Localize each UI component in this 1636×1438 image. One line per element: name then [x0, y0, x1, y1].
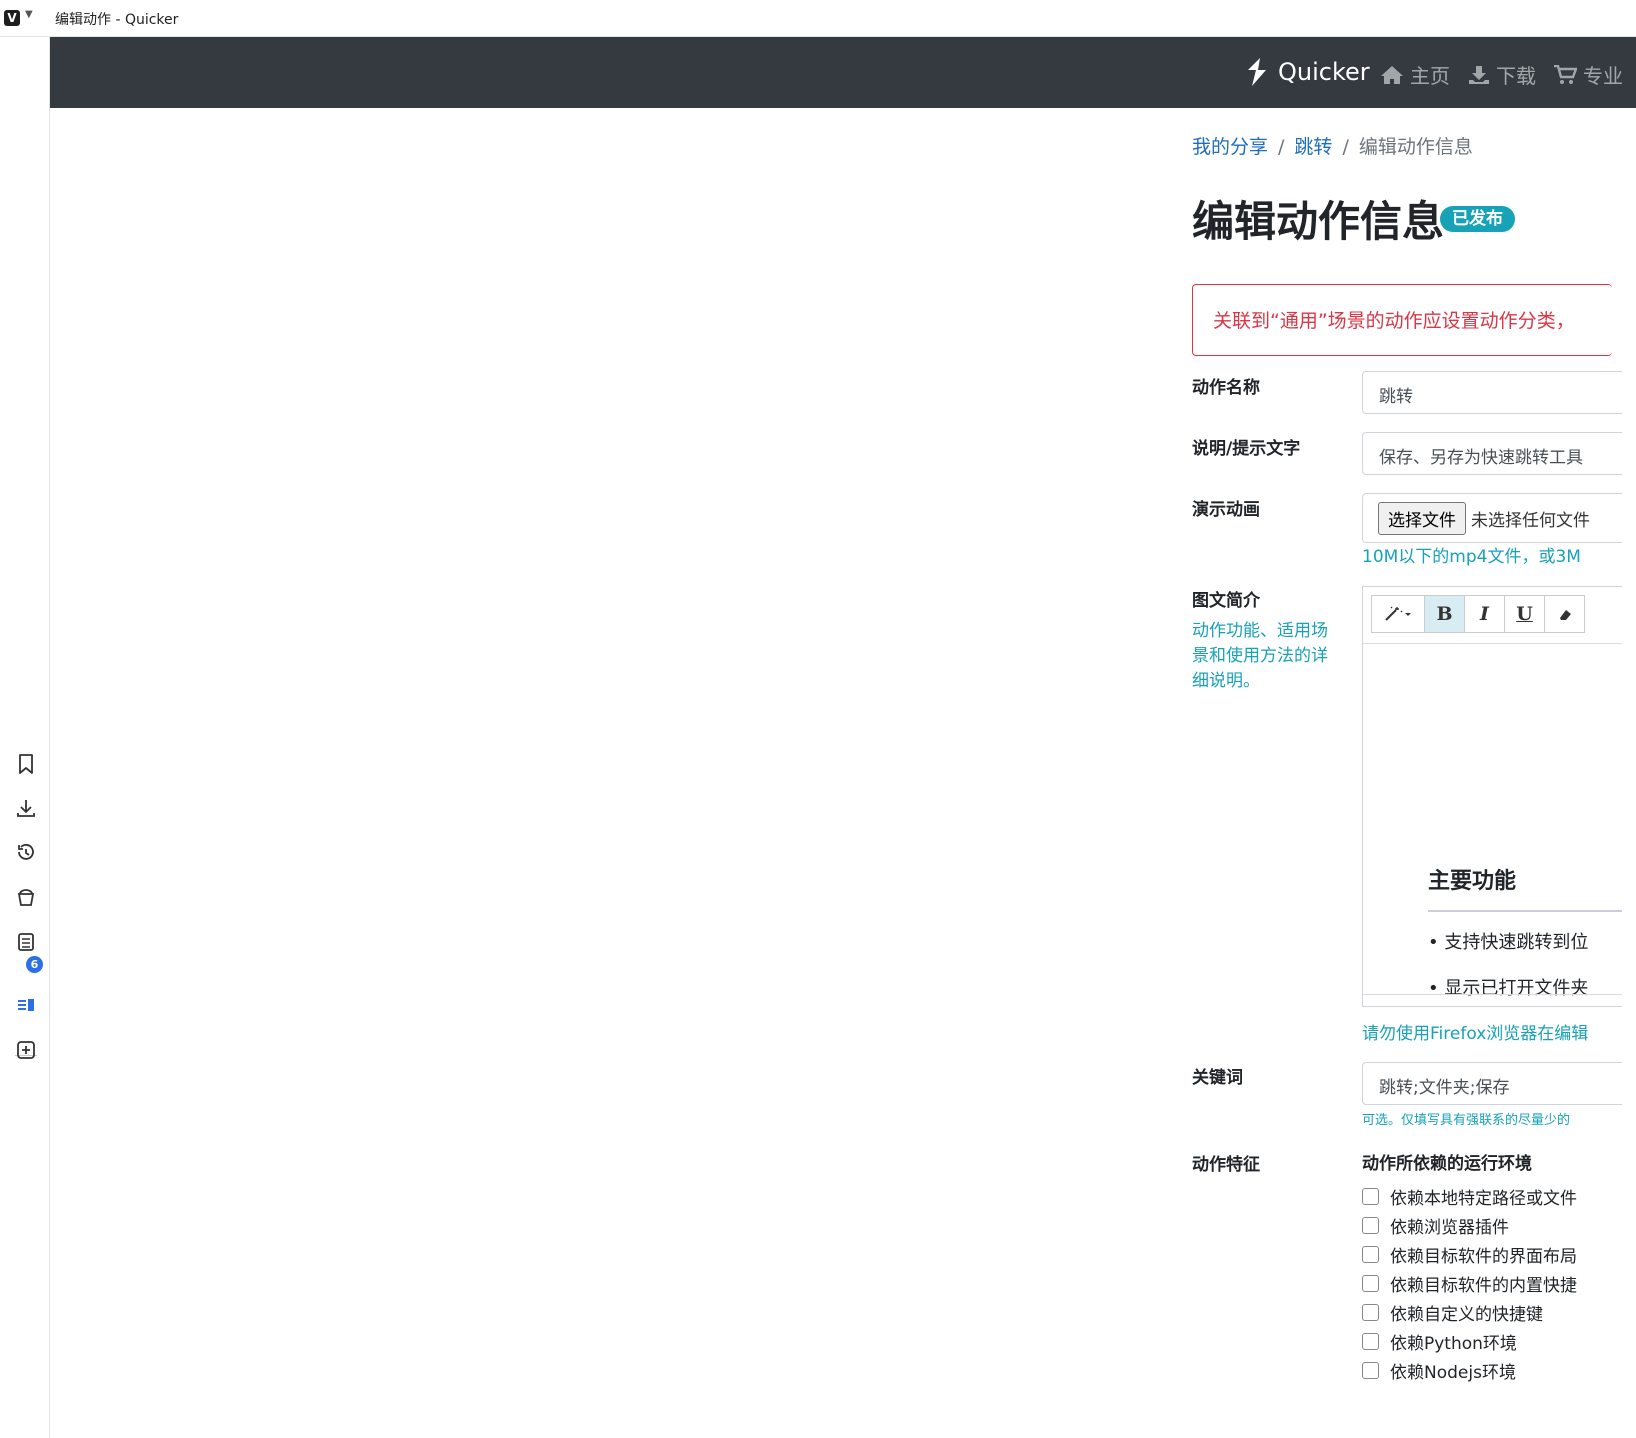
rich-text-editor[interactable]: B I U 主要功能 • 支持快速跳转到位 • 显示已打开文件夹 — [1362, 586, 1622, 1007]
vivaldi-logo-icon[interactable]: V — [4, 10, 20, 26]
checkbox-label: 依赖自定义的快捷键 — [1390, 1305, 1543, 1325]
nav-download-label: 下载 — [1496, 64, 1536, 88]
window-panel-icon[interactable] — [13, 884, 39, 910]
breadcrumb-separator: / — [1278, 136, 1285, 158]
browser-side-panel: 6 — [0, 37, 50, 1438]
nav-pro-label: 专业 — [1583, 64, 1623, 88]
checkbox[interactable] — [1362, 1362, 1379, 1379]
checkbox[interactable] — [1362, 1217, 1379, 1234]
eraser-icon — [1559, 610, 1571, 620]
history-icon[interactable] — [13, 839, 39, 865]
add-panel-icon[interactable] — [13, 1037, 39, 1063]
checkbox[interactable] — [1362, 1275, 1379, 1292]
checkbox-label: 依赖目标软件的界面布局 — [1390, 1247, 1577, 1267]
keywords-input[interactable]: 跳转;文件夹;保存 — [1362, 1062, 1622, 1105]
animation-help: 10M以下的mp4文件，或3M — [1362, 547, 1581, 567]
warning-alert: 关联到“通用”场景的动作应设置动作分类， — [1192, 284, 1612, 356]
checkbox-label: 依赖本地特定路径或文件 — [1390, 1189, 1577, 1209]
editor-heading: 主要功能 — [1428, 869, 1517, 894]
intro-help-line: 细说明。 — [1192, 671, 1260, 691]
eraser-button[interactable] — [1544, 595, 1585, 633]
breadcrumb-separator: / — [1342, 136, 1349, 158]
description-label: 说明/提示文字 — [1192, 439, 1301, 459]
notification-badge: 6 — [26, 956, 43, 973]
quicker-logo-icon — [1248, 58, 1266, 86]
checkbox-row[interactable]: 依赖目标软件的内置快捷 — [1362, 1271, 1577, 1296]
checkbox[interactable] — [1362, 1333, 1379, 1350]
editor-toolbar: B I U — [1371, 595, 1585, 635]
name-label: 动作名称 — [1192, 378, 1260, 398]
file-status: 未选择任何文件 — [1471, 511, 1590, 531]
editor-bottom-border — [1363, 994, 1622, 995]
name-input[interactable]: 跳转 — [1362, 371, 1622, 414]
status-badge: 已发布 — [1440, 206, 1515, 232]
intro-help-line: 景和使用方法的详 — [1192, 646, 1328, 666]
nav-home-label: 主页 — [1410, 64, 1450, 88]
features-label: 动作特征 — [1192, 1155, 1260, 1175]
checkbox-label: 依赖浏览器插件 — [1390, 1218, 1509, 1238]
breadcrumb-current: 编辑动作信息 — [1358, 136, 1473, 158]
magic-wand-icon — [1385, 606, 1411, 621]
checkbox[interactable] — [1362, 1246, 1379, 1263]
menu-caret-icon[interactable]: ▼ — [25, 9, 33, 20]
checkbox-row[interactable]: 依赖自定义的快捷键 — [1362, 1300, 1543, 1325]
brand-link[interactable]: Quicker — [1244, 57, 1370, 87]
breadcrumb: 我的分享 / 跳转 / 编辑动作信息 — [1192, 132, 1473, 159]
nav-pro[interactable]: 专业 — [1553, 60, 1623, 89]
checkbox-label: 依赖Nodejs环境 — [1390, 1363, 1516, 1383]
animation-file-input: 选择文件 未选择任何文件 — [1362, 493, 1622, 543]
editor-rule — [1428, 910, 1622, 912]
bookmark-icon[interactable] — [13, 751, 39, 777]
intro-label: 图文简介 — [1192, 591, 1260, 611]
notes-icon[interactable] — [13, 929, 39, 955]
checkbox-row[interactable]: 依赖目标软件的界面布局 — [1362, 1242, 1577, 1267]
site-navbar: Quicker 主页 下载 专业 — [50, 37, 1636, 108]
editor-list-item: • 显示已打开文件夹 — [1428, 978, 1589, 999]
breadcrumb-action[interactable]: 跳转 — [1294, 136, 1332, 158]
breadcrumb-my-shares[interactable]: 我的分享 — [1192, 136, 1268, 158]
keywords-help: 可选。仅填写具有强联系的尽量少的 — [1362, 1113, 1571, 1128]
keywords-label: 关键词 — [1192, 1068, 1243, 1088]
animation-label: 演示动画 — [1192, 500, 1260, 520]
checkbox-row[interactable]: 依赖Nodejs环境 — [1362, 1358, 1516, 1383]
checkbox-row[interactable]: 依赖Python环境 — [1362, 1329, 1517, 1354]
editor-list-item: • 支持快速跳转到位 — [1428, 932, 1589, 953]
underline-button[interactable]: U — [1504, 595, 1545, 633]
description-input[interactable]: 保存、另存为快速跳转工具 — [1362, 432, 1622, 475]
nav-download[interactable]: 下载 — [1468, 60, 1536, 89]
nav-home[interactable]: 主页 — [1380, 60, 1450, 89]
choose-file-button[interactable]: 选择文件 — [1378, 502, 1466, 535]
browser-titlebar: V ▼ 编辑动作 - Quicker — [0, 0, 1636, 37]
bold-button[interactable]: B — [1424, 595, 1465, 633]
checkbox-row[interactable]: 依赖本地特定路径或文件 — [1362, 1184, 1577, 1209]
page-title: 编辑动作信息 — [1192, 197, 1445, 246]
checkbox-label: 依赖目标软件的内置快捷 — [1390, 1276, 1577, 1296]
magic-wand-button[interactable] — [1371, 595, 1425, 633]
checkbox-label: 依赖Python环境 — [1390, 1334, 1517, 1354]
italic-button[interactable]: I — [1464, 595, 1505, 633]
checkbox-row[interactable]: 依赖浏览器插件 — [1362, 1213, 1509, 1238]
checkbox[interactable] — [1362, 1304, 1379, 1321]
home-icon — [1381, 65, 1403, 84]
window-title: 编辑动作 - Quicker — [55, 12, 179, 28]
downloads-icon[interactable] — [13, 795, 39, 821]
editor-toolbar-divider — [1363, 643, 1622, 644]
runtime-heading: 动作所依赖的运行环境 — [1362, 1154, 1532, 1174]
download-icon — [1469, 65, 1489, 84]
brand-name: Quicker — [1278, 58, 1370, 86]
reading-list-icon[interactable] — [13, 993, 39, 1019]
cart-icon — [1554, 64, 1577, 84]
intro-help-line: 动作功能、适用场 — [1192, 621, 1328, 641]
checkbox[interactable] — [1362, 1188, 1379, 1205]
editor-hint: 请勿使用Firefox浏览器在编辑 — [1362, 1024, 1589, 1044]
